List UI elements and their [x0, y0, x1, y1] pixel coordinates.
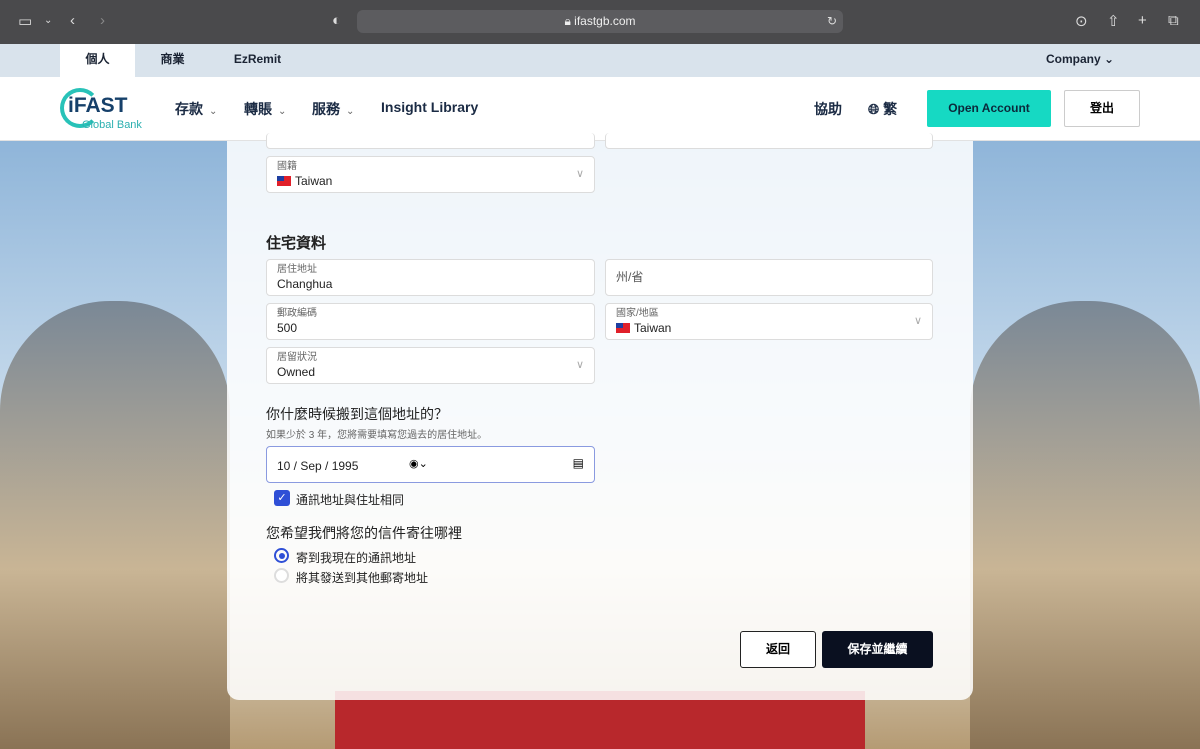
mail-option-other-radio[interactable] [274, 568, 289, 583]
tabs-icon[interactable]: ⧉ [1168, 12, 1179, 29]
nav-insight-library[interactable]: Insight Library [381, 99, 478, 115]
mail-option-current-label: 寄到我現在的通訊地址 [296, 551, 417, 565]
chevron-down-icon: ⌄ [278, 106, 287, 117]
tab-ezremit[interactable]: EzRemit [215, 44, 300, 77]
tab-business[interactable]: 商業 [135, 44, 210, 77]
address-bar[interactable]: 🔒︎ ifastgb.com [357, 10, 843, 33]
chevron-down-icon: ⌄ [209, 106, 218, 117]
chevron-down-icon: ∨ [913, 315, 922, 327]
address-input[interactable]: 居住地址 Changhua [266, 259, 595, 296]
calendar-icon[interactable]: ▤ [573, 456, 584, 470]
taiwan-flag-icon [616, 323, 630, 333]
move-question: 你什麼時候搬到這個地址的？ [266, 406, 448, 422]
chevron-down-icon: ∨ [575, 168, 584, 180]
postcode-input[interactable]: 郵政編碼 500 [266, 303, 595, 340]
same-address-checkbox[interactable]: ✓ [274, 490, 290, 506]
nav-services[interactable]: 服務 ⌄ [312, 99, 354, 119]
new-tab-icon[interactable]: + [1138, 12, 1147, 29]
open-account-button[interactable]: Open Account [927, 90, 1051, 127]
nav-deposits[interactable]: 存款 ⌄ [175, 99, 217, 119]
same-address-label: 通訊地址與住址相同 [296, 493, 405, 507]
shield-icon[interactable]: ◐ [332, 12, 341, 29]
company-dropdown[interactable]: Company ⌄ [1040, 44, 1120, 77]
chevron-down-icon[interactable]: ⌄ [44, 15, 52, 26]
mail-question: 您希望我們將您的信件寄往哪裡 [266, 525, 462, 541]
help-link[interactable]: 協助 [814, 99, 842, 119]
segment-bar: 個人 商業 EzRemit Company ⌄ [0, 44, 1200, 77]
section-title: 住宅資料 [266, 235, 327, 252]
back-icon[interactable]: ‹ [70, 12, 75, 29]
reload-icon[interactable]: ↻ [827, 14, 837, 28]
chevron-down-icon: ⌄ [1103, 52, 1115, 66]
mail-option-other-label: 將其發送到其他郵寄地址 [296, 571, 429, 585]
logout-button[interactable]: 登出 [1064, 90, 1140, 127]
logo[interactable]: iFAST Global Bank [60, 86, 160, 134]
main-nav: iFAST Global Bank 存款 ⌄ 轉賬 ⌄ 服務 ⌄ Insight Lib… [0, 77, 1200, 141]
share-icon[interactable]: ⇧ [1107, 12, 1120, 30]
move-hint: 如果少於 3 年，您將需要填寫您過去的居住地址。 [266, 430, 488, 441]
country-select[interactable]: 國家/地區 Taiwan ∨ [605, 303, 933, 340]
residency-status-select[interactable]: 居留狀況 Owned ∨ [266, 347, 595, 384]
taiwan-flag-icon [277, 176, 291, 186]
autofill-contact-icon[interactable]: ◉⌄ [409, 457, 428, 470]
lock-icon: 🔒︎ [564, 14, 575, 28]
mail-option-current-radio[interactable] [274, 548, 289, 563]
state-input[interactable]: 州/省 [605, 259, 933, 296]
move-date-input[interactable]: 10 / Sep / 1995 ◉⌄ ▤ [266, 446, 595, 483]
language-switch[interactable]: 🌐︎ 繁 [868, 99, 897, 119]
chevron-down-icon: ∨ [575, 359, 584, 371]
tab-personal[interactable]: 個人 [60, 44, 135, 77]
back-button[interactable]: 返回 [740, 631, 816, 668]
save-continue-button[interactable]: 保存並繼續 [822, 631, 933, 668]
globe-icon: 🌐︎ [868, 101, 880, 117]
sidebar-icon[interactable]: ▭ [18, 12, 32, 30]
nationality-select[interactable]: 國籍 Taiwan ∨ [266, 156, 595, 193]
chevron-down-icon: ⌄ [346, 106, 355, 117]
download-icon[interactable]: ⊙ [1075, 12, 1088, 30]
nav-transfer[interactable]: 轉賬 ⌄ [244, 99, 286, 119]
forward-icon[interactable]: › [100, 12, 105, 29]
browser-toolbar: ▭ ⌄ ‹ › ◐ 🔒︎ ifastgb.com ↻ ⊙ ⇧ + ⧉ [0, 0, 1200, 44]
residential-form: 國籍 Taiwan ∨ 住宅資料 居住地址 Changhua 州/省 郵政編碼 50… [227, 133, 973, 700]
